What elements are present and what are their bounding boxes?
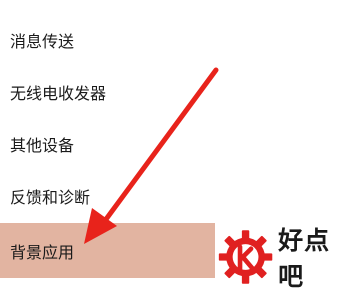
watermark-text: 好点吧 bbox=[278, 226, 331, 291]
gear-k-logo-icon bbox=[218, 230, 273, 284]
menu-item-label: 反馈和诊断 bbox=[10, 188, 91, 207]
menu-item-background-apps[interactable]: 背景应用 bbox=[0, 223, 215, 278]
menu-item-messaging[interactable]: 消息传送 bbox=[0, 13, 215, 67]
menu-item-radios[interactable]: 无线电收发器 bbox=[0, 65, 215, 119]
menu-item-label: 背景应用 bbox=[10, 242, 75, 262]
menu-item-label: 消息传送 bbox=[10, 32, 75, 51]
menu-item-label: 无线电收发器 bbox=[10, 84, 107, 103]
menu-item-label: 其他设备 bbox=[10, 136, 75, 155]
watermark: 好点吧 bbox=[217, 224, 350, 291]
menu-item-other-devices[interactable]: 其他设备 bbox=[0, 117, 215, 171]
menu-item-feedback-diagnostics[interactable]: 反馈和诊断 bbox=[0, 169, 215, 223]
